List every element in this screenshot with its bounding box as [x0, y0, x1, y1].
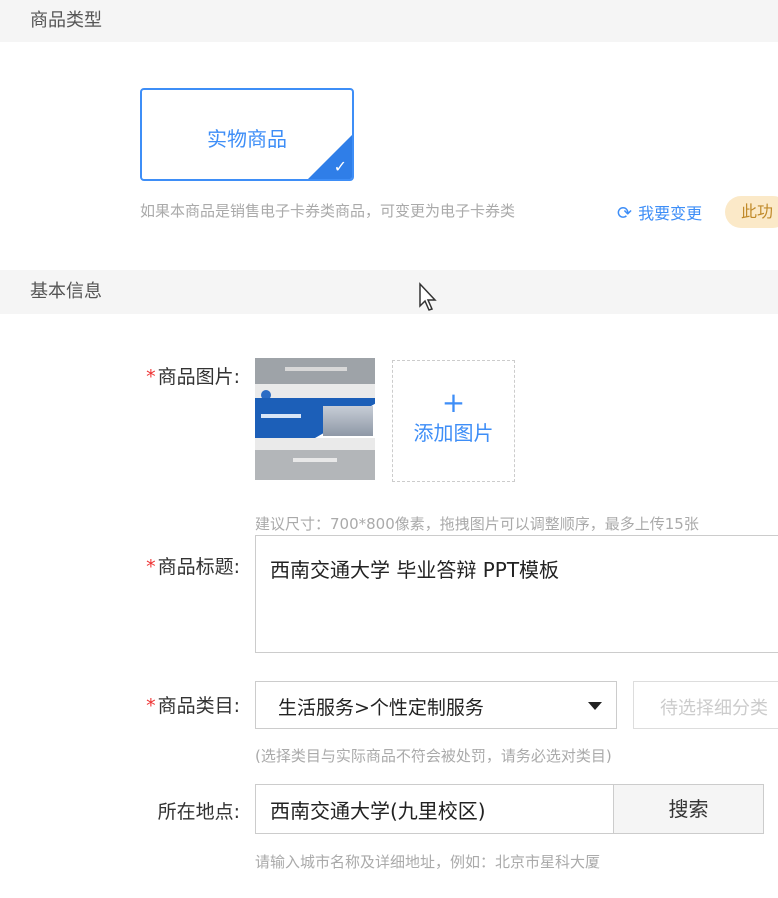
product-type-hint: 如果本商品是销售电子卡券类商品，可变更为电子卡券类 [140, 202, 516, 220]
product-title-input[interactable]: 西南交通大学 毕业答辩 PPT模板 [255, 535, 778, 653]
product-image-thumbnail[interactable] [255, 358, 375, 480]
section-header-basic-info: 基本信息 [0, 270, 778, 314]
location-label: 所在地点: [157, 801, 240, 823]
subcategory-placeholder: 待选择细分类 [660, 698, 768, 719]
change-type-link-label: 我要变更 [638, 204, 703, 223]
category-select-value: 生活服务>个性定制服务 [278, 697, 484, 719]
caret-down-icon [588, 702, 602, 710]
add-image-button[interactable]: + 添加图片 [392, 360, 515, 482]
required-mark: * [146, 556, 156, 578]
feature-badge: 此功 [725, 196, 778, 228]
required-mark: * [146, 695, 156, 717]
location-hint: 请输入城市名称及详细地址，例如：北京市星科大厦 [255, 853, 601, 871]
required-mark: * [146, 366, 156, 388]
plus-icon: + [441, 386, 466, 419]
product-image-label: * 商品图片: [146, 366, 240, 388]
add-image-label: 添加图片 [413, 421, 494, 445]
check-icon: ✓ [333, 157, 347, 176]
subcategory-select[interactable]: 待选择细分类 [633, 681, 778, 729]
category-select[interactable]: 生活服务>个性定制服务 [255, 681, 617, 729]
section-header-product-type: 商品类型 [0, 0, 778, 42]
location-input[interactable] [255, 784, 613, 834]
image-size-hint: 建议尺寸：700*800像素，拖拽图片可以调整顺序，最多上传15张 [255, 515, 699, 533]
category-hint: (选择类目与实际商品不符会被处罚，请务必选对类目) [255, 747, 612, 765]
search-button[interactable]: 搜索 [613, 784, 764, 834]
product-title-label: * 商品标题: [146, 556, 240, 578]
product-type-card-physical[interactable]: 实物商品 ✓ [140, 88, 354, 181]
mouse-cursor-icon [419, 282, 437, 311]
product-category-label: * 商品类目: [146, 695, 240, 717]
refresh-icon: ⟳ [617, 203, 633, 224]
change-type-link[interactable]: ⟳ 我要变更 [617, 200, 702, 224]
